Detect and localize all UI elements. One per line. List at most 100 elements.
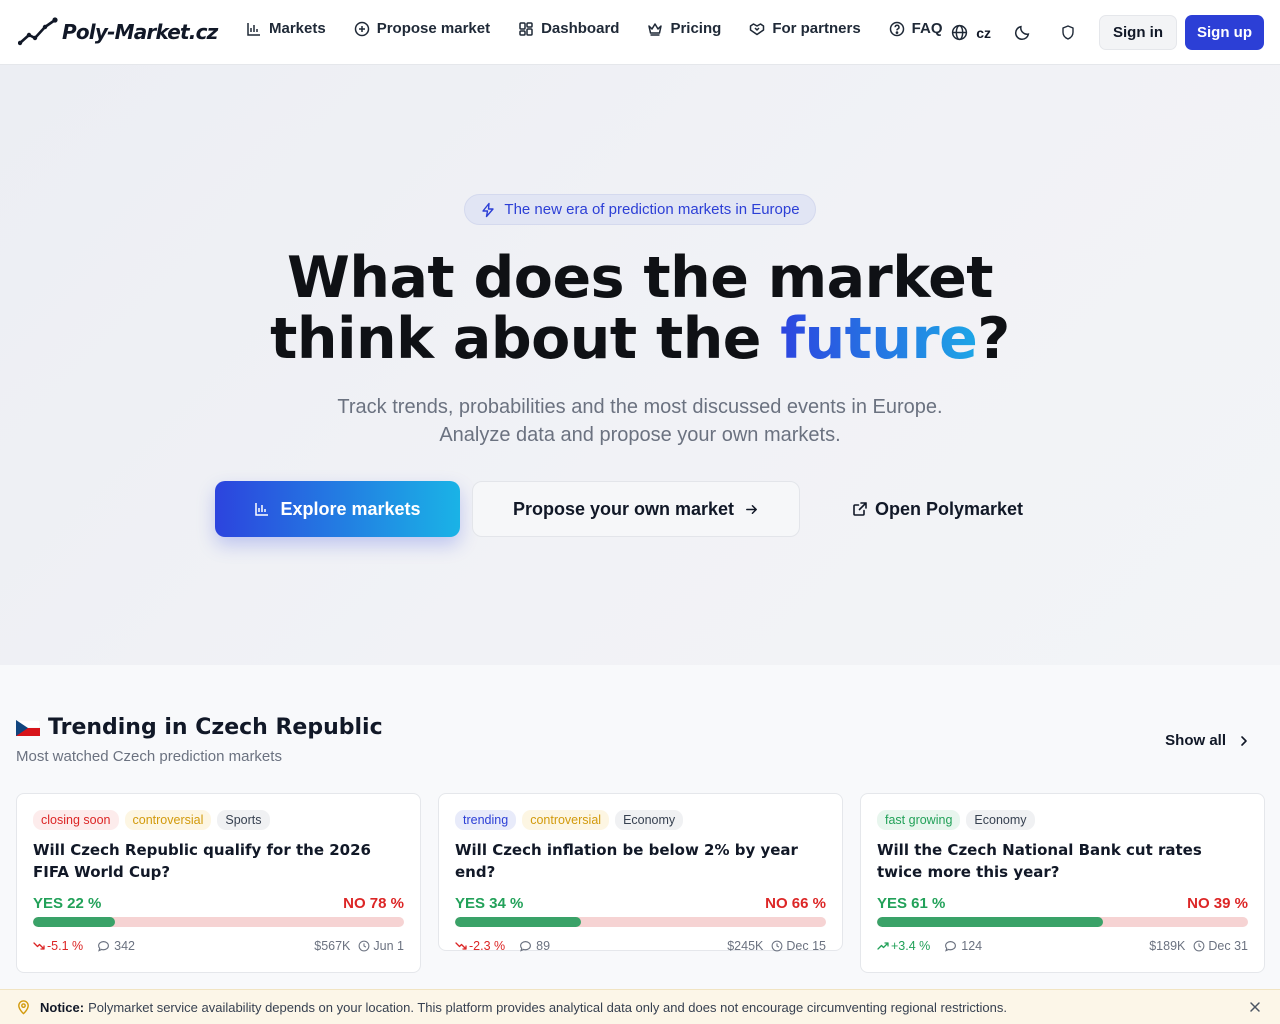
market-meta: +3.4 % 124 $189K Dec 31 [877,939,1248,953]
map-pin-icon [18,999,29,1015]
end-date-value: Dec 15 [786,939,826,953]
trending-title: Trending in Czech Republic [16,715,383,740]
logo[interactable]: Poly-Market.cz [18,14,218,50]
handshake-icon [750,22,765,35]
propose-market-button[interactable]: Propose your own market [472,481,800,537]
trending-subtitle: Most watched Czech prediction markets [16,748,282,765]
header-actions: cz Sign in Sign up [951,15,1264,50]
end-date: Jun 1 [358,939,404,953]
comment-icon [945,940,957,952]
yes-odds: YES 34 % [455,895,524,912]
hero-subtitle-line-1: Track trends, probabilities and the most… [337,396,943,418]
volume: $245K [727,939,764,953]
tag-badge: controversial [522,810,610,830]
nav-propose-market[interactable]: Propose market [354,20,490,37]
sign-up-button[interactable]: Sign up [1185,15,1264,50]
end-date: Dec 31 [1193,939,1248,953]
yes-odds: YES 61 % [877,895,946,912]
bar-chart-icon [255,503,269,516]
hero-subtitle: Track trends, probabilities and the most… [0,393,1280,449]
globe-icon [952,24,968,41]
explore-markets-button[interactable]: Explore markets [215,481,460,537]
main-nav: Markets Propose market Dashboard Pricing… [246,20,943,37]
hero-title-end: ? [977,306,1010,372]
open-polymarket-link[interactable]: Open Polymarket [852,481,1023,537]
theme-toggle[interactable] [1005,16,1039,50]
nav-label: Markets [269,20,326,37]
probability-bar-fill [33,917,115,927]
category-badge: Economy [615,810,684,830]
odds-row: YES 22 % NO 78 % [33,895,404,912]
privacy-shield-button[interactable] [1051,16,1085,50]
lightning-icon [482,202,495,217]
probability-bar [877,917,1248,927]
comments-value: 89 [536,939,551,953]
hero-badge-text: The new era of prediction markets in Eur… [504,201,800,218]
language-code: cz [976,24,991,41]
comments-count: 342 [97,939,135,953]
yes-odds: YES 22 % [33,895,102,912]
tag-list: fast growing Economy [877,810,1248,830]
nav-faq[interactable]: FAQ [889,20,943,37]
help-circle-icon [889,21,904,36]
odds-row: YES 61 % NO 39 % [877,895,1248,912]
clock-icon [359,940,370,952]
market-card[interactable]: fast growing Economy Will the Czech Nati… [860,793,1265,973]
notice-close-button[interactable] [1246,998,1264,1016]
show-all-link[interactable]: Show all [1165,732,1250,749]
hero-title-text: think about the [270,306,781,372]
tag-badge: fast growing [877,810,961,830]
probability-bar-fill [455,917,582,927]
market-cards: closing soon controversial Sports Will C… [16,793,1265,973]
tag-list: closing soon controversial Sports [33,810,404,830]
language-switcher[interactable]: cz [951,24,991,41]
nav-label: Pricing [670,20,722,37]
notice-text: Polymarket service availability depends … [88,999,1007,1015]
market-card[interactable]: trending controversial Economy Will Czec… [438,793,843,953]
market-title: Will Czech Republic qualify for the 2026… [33,841,371,881]
category-badge: Sports [217,810,270,830]
nav-label: Dashboard [541,20,620,37]
market-card[interactable]: closing soon controversial Sports Will C… [16,793,421,973]
market-meta: -2.3 % 89 $245K Dec 15 [455,939,826,953]
sign-in-button[interactable]: Sign in [1099,15,1177,50]
tag-badge: closing soon [33,810,119,830]
show-all-label: Show all [1165,732,1226,749]
nav-markets[interactable]: Markets [246,20,326,37]
logo-text: Poly-Market.cz [62,20,218,44]
probability-bar-fill [877,917,1104,927]
nav-label: Propose market [376,20,491,37]
nav-for-partners[interactable]: For partners [749,20,861,37]
hero-badge: The new era of prediction markets in Eur… [464,194,816,225]
trending-header: Trending in Czech Republic Most watched … [16,715,383,765]
meta-right: $245K Dec 15 [727,939,826,953]
nav-pricing[interactable]: Pricing [647,20,721,37]
nav-dashboard[interactable]: Dashboard [518,20,619,37]
trend-down-icon [455,942,467,950]
volume: $189K [1149,939,1186,953]
propose-market-label: Propose your own market [512,498,735,519]
explore-markets-label: Explore markets [280,498,421,519]
comments-count: 124 [944,939,982,953]
price-change: -2.3 % [455,939,505,953]
chevron-right-icon [1241,735,1247,746]
price-change: +3.4 % [877,939,930,953]
probability-bar [455,917,826,927]
tag-list: trending controversial Economy [455,810,826,830]
arrow-right-icon [746,504,757,514]
no-odds: NO 66 % [765,895,826,912]
price-change: -5.1 % [33,939,83,953]
end-date-value: Dec 31 [1208,939,1248,953]
comments-value: 342 [114,939,135,953]
price-change-value: +3.4 % [891,939,931,953]
comment-icon [520,940,532,952]
czech-flag-icon [16,719,40,736]
hero-title-line-1: What does the market [287,245,993,311]
plus-circle-icon [354,21,369,36]
clock-icon [771,940,783,952]
comment-icon [98,940,110,952]
trend-line-icon [18,17,58,46]
hero-section: The new era of prediction markets in Eur… [0,65,1280,665]
comments-value: 124 [961,939,983,953]
nav-label: FAQ [911,20,943,37]
